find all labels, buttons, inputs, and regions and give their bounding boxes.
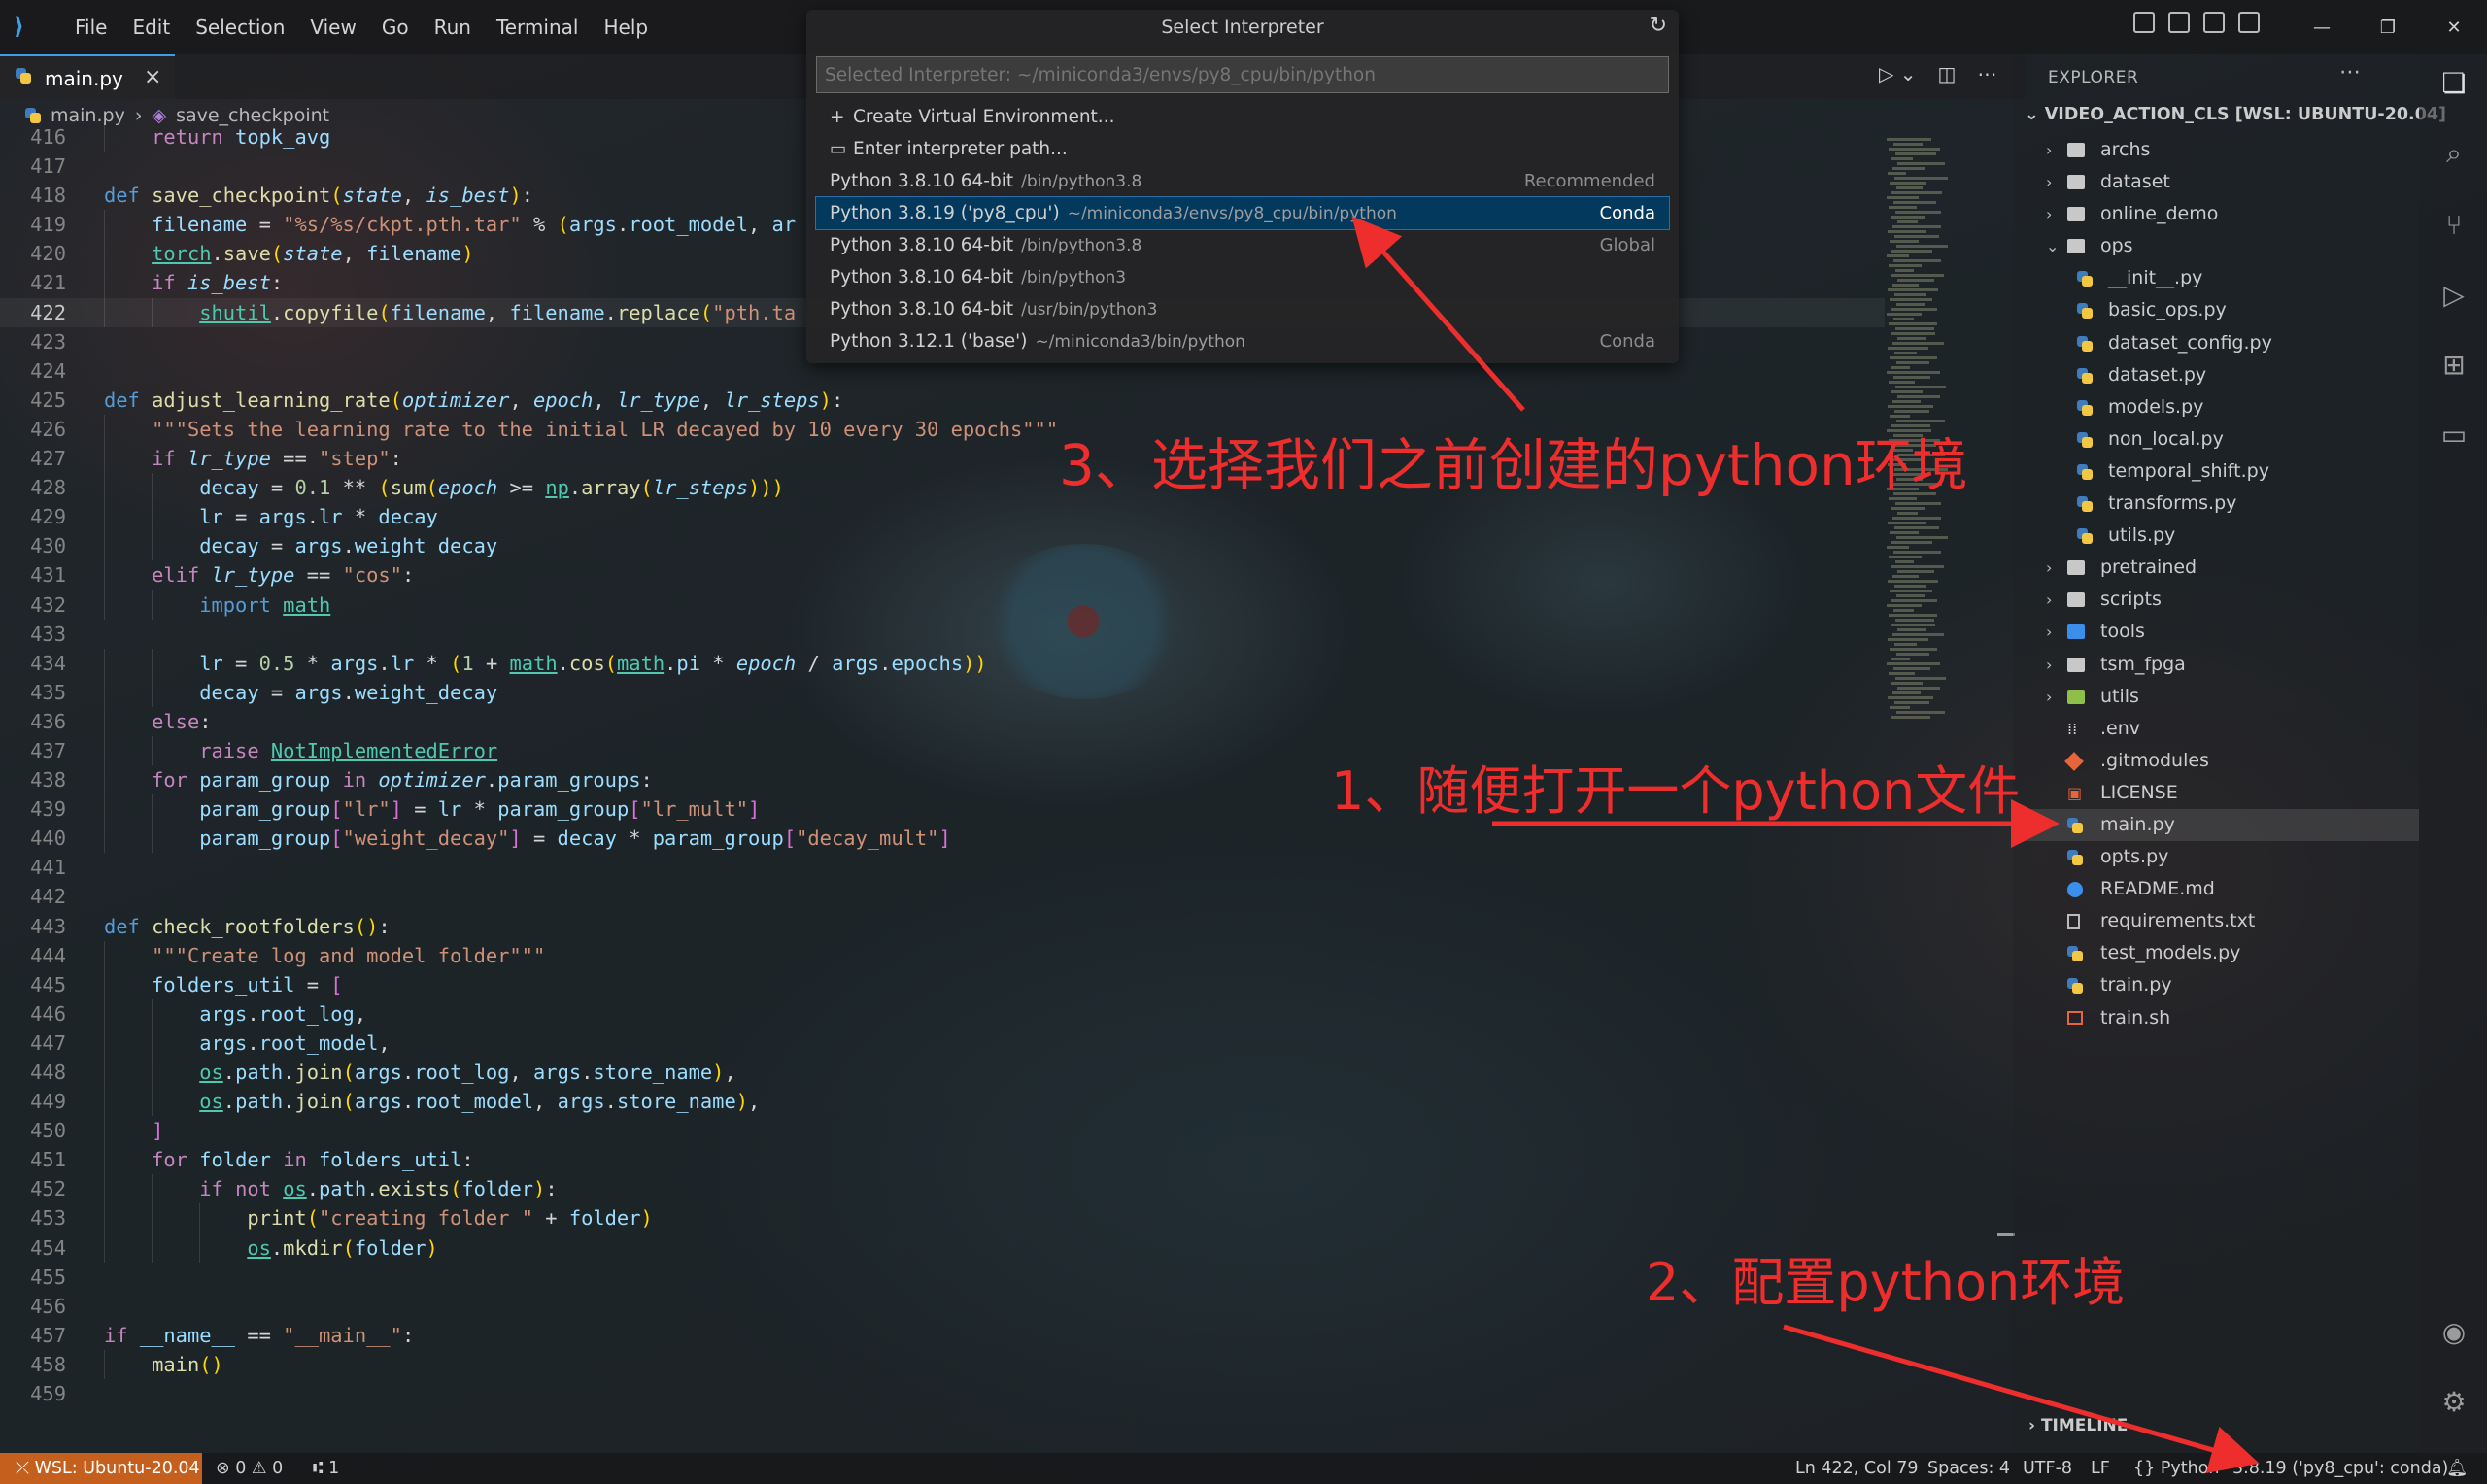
arrow-step3 (1351, 216, 1525, 412)
annotation-arrows (1351, 216, 2260, 1473)
arrow-step2 (1783, 1324, 2260, 1473)
